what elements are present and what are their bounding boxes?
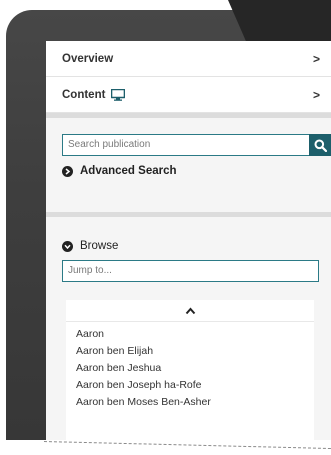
- torn-edge-line: [43, 441, 331, 453]
- search-icon: [314, 139, 327, 152]
- browse-list-items: Aaron Aaron ben Elijah Aaron ben Jeshua …: [66, 322, 314, 411]
- monitor-icon: [111, 88, 126, 101]
- jump-to-input[interactable]: Jump to...: [62, 260, 319, 282]
- list-item[interactable]: Aaron ben Joseph ha-Rofe: [66, 377, 314, 394]
- list-item[interactable]: Aaron: [66, 326, 314, 343]
- advanced-search-label: Advanced Search: [80, 165, 177, 177]
- overview-label: Overview: [62, 52, 114, 65]
- chevron-up-icon: [185, 306, 195, 314]
- list-item[interactable]: Aaron ben Moses Ben-Asher: [66, 394, 314, 411]
- content-menu-item[interactable]: Content >: [46, 77, 331, 113]
- overview-menu-item[interactable]: Overview >: [46, 41, 331, 77]
- browse-section: Browse Jump to... Aaron Aaron ben Elijah…: [46, 217, 331, 440]
- browse-list: Aaron Aaron ben Elijah Aaron ben Jeshua …: [66, 300, 314, 440]
- content-label: Content: [62, 88, 106, 101]
- search-input[interactable]: Search publication: [62, 134, 309, 156]
- arrow-circle-right-icon: [62, 165, 73, 177]
- browse-toggle[interactable]: Browse: [62, 240, 322, 252]
- chevron-right-icon: >: [312, 88, 320, 102]
- search-button[interactable]: [309, 134, 331, 156]
- browse-title: Browse: [80, 240, 119, 252]
- search-form: Search publication: [62, 134, 331, 156]
- chevron-circle-down-icon: [62, 240, 73, 252]
- search-section: Search publication Advanced Search: [46, 118, 331, 212]
- tablet-device: Overview > Content > Search publication: [0, 0, 331, 440]
- publication-sidebar: Overview > Content > Search publication: [46, 41, 331, 440]
- list-item[interactable]: Aaron ben Elijah: [66, 343, 314, 360]
- advanced-search-link[interactable]: Advanced Search: [62, 165, 322, 177]
- chevron-right-icon: >: [312, 52, 320, 66]
- list-item[interactable]: Aaron ben Jeshua: [66, 360, 314, 377]
- scroll-up-button[interactable]: [66, 300, 314, 322]
